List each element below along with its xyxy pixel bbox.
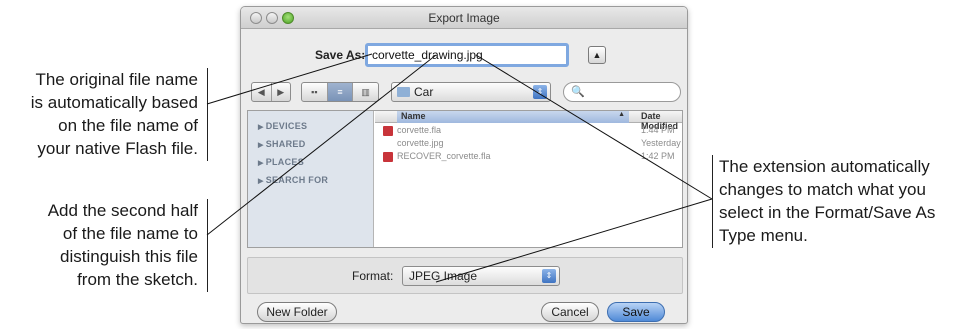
leader-line: [206, 53, 373, 105]
callout-leader-lines: [206, 53, 713, 283]
leader-line: [206, 54, 437, 236]
leader-line: [435, 198, 713, 283]
leader-line: [475, 54, 713, 200]
